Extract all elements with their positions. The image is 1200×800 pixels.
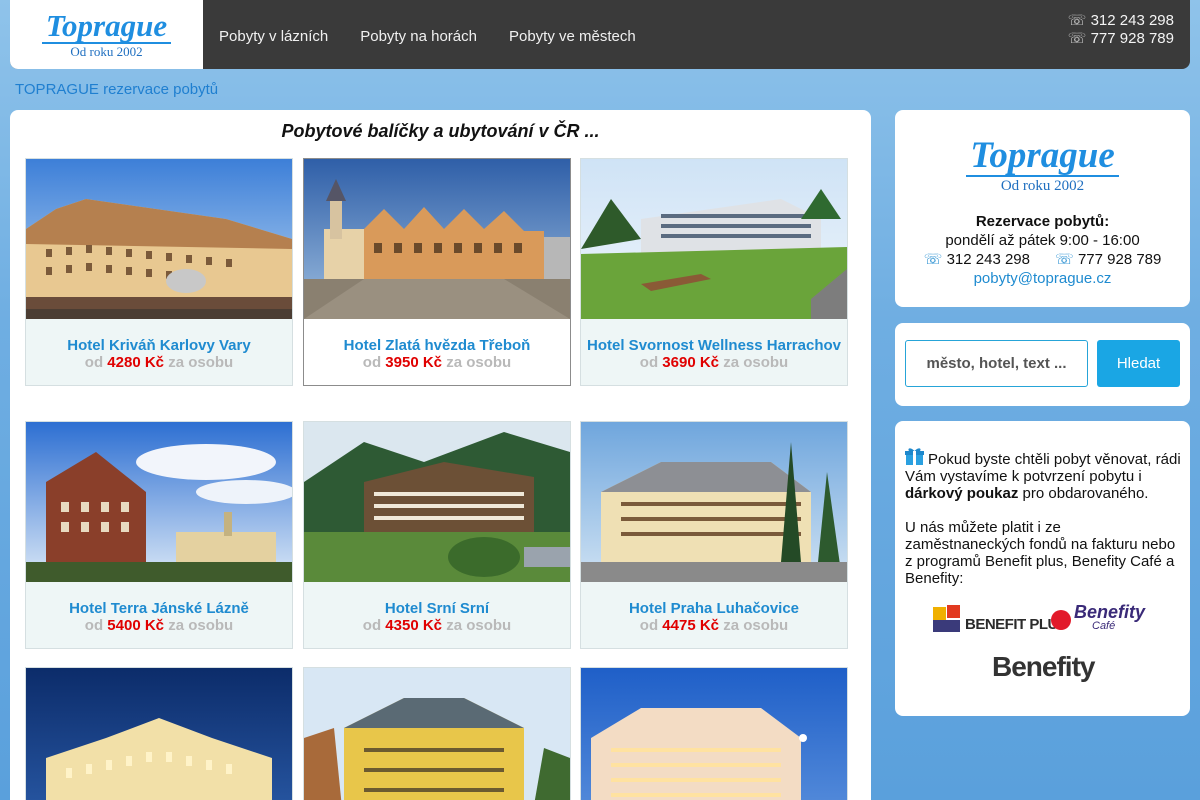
nav-link-mountains[interactable]: Pobyty na horách: [360, 28, 477, 45]
benefity-logo: Benefity: [992, 651, 1095, 683]
hotel-card-body: Hotel Praha Luhačovice od 4475 Kč za oso…: [581, 582, 847, 648]
hotel-card-body: Hotel Zlatá hvězda Třeboň od 3950 Kč za …: [304, 319, 570, 385]
phone-number: 312 243 298: [1090, 12, 1174, 29]
phone-icon: ☏: [1067, 30, 1087, 47]
hotel-card[interactable]: Hotel Praha Luhačovice od 4475 Kč za oso…: [580, 421, 848, 649]
benefit-plus-logo-mark: [933, 605, 960, 632]
benefity-label: Benefity: [992, 651, 1095, 682]
sidebar-contact-box: Toprague Od roku 2002 Rezervace pobytů: …: [895, 110, 1190, 307]
header-phone-2[interactable]: ☏ 777 928 789: [1068, 30, 1174, 48]
hotel-name[interactable]: Hotel Praha Luhačovice: [587, 600, 841, 617]
header-bar: Toprague Od roku 2002 Pobyty v lázních P…: [10, 0, 1190, 69]
hotel-svornost-photo[interactable]: [581, 159, 847, 319]
contact-info: Rezervace pobytů: pondělí až pátek 9:00 …: [895, 212, 1190, 288]
sidebar-search-box: Hledat: [895, 323, 1190, 406]
header-phone-1[interactable]: ☏ 312 243 298: [1068, 12, 1174, 30]
hotel-price: od 4475 Kč za osobu: [639, 617, 789, 634]
hotel-night-palace-photo[interactable]: [26, 668, 292, 800]
hotel-name[interactable]: Hotel Srní Srní: [310, 600, 564, 617]
hotel-praha-photo[interactable]: [581, 422, 847, 582]
contact-label: Rezervace pobytů:: [975, 213, 1110, 230]
hotel-price: od 5400 Kč za osobu: [84, 617, 234, 634]
benefity-cafe-label: Benefity: [1074, 602, 1146, 622]
benefit-plus-logo: BENEFIT PLUS: [933, 605, 1068, 633]
main-nav: Pobyty v lázních Pobyty na horách Pobyty…: [219, 28, 668, 45]
hotel-card-body: Hotel Srní Srní od 4350 Kč za osobu: [304, 582, 570, 648]
contact-phone-2[interactable]: 777 928 789: [1078, 251, 1161, 268]
hotel-name[interactable]: Hotel Zlatá hvězda Třeboň: [310, 337, 564, 354]
contact-email[interactable]: pobyty@toprague.cz: [895, 269, 1190, 288]
hotel-card-body: Hotel Terra Jánské Lázně od 5400 Kč za o…: [26, 582, 292, 648]
sidebar-logo[interactable]: Toprague Od roku 2002: [895, 137, 1190, 195]
hotel-price: od 4280 Kč za osobu: [84, 354, 234, 371]
contact-phone-1[interactable]: 312 243 298: [947, 251, 1030, 268]
benefity-cafe-logo-mark: [1051, 610, 1071, 630]
search-button[interactable]: Hledat: [1097, 340, 1180, 387]
hotel-card[interactable]: [580, 667, 848, 800]
site-logo[interactable]: Toprague Od roku 2002: [10, 0, 203, 69]
hotel-price: od 4350 Kč za osobu: [362, 617, 512, 634]
logo-title: Toprague: [966, 137, 1119, 177]
nav-link-spa[interactable]: Pobyty v lázních: [219, 28, 328, 45]
hotel-card[interactable]: [303, 667, 571, 800]
search-input[interactable]: [905, 340, 1088, 387]
hotel-price: od 3950 Kč za osobu: [362, 354, 512, 371]
sidebar-info-box: Pokud byste chtěli pobyt věnovat, rádi V…: [895, 421, 1190, 716]
hotel-terra-photo[interactable]: [26, 422, 292, 582]
hotel-name[interactable]: Hotel Terra Jánské Lázně: [32, 600, 286, 617]
gift-text-end: pro obdarovaného.: [1022, 485, 1149, 502]
logo-subtitle: Od roku 2002: [1000, 178, 1085, 194]
gift-voucher-text: dárkový poukaz: [905, 485, 1019, 502]
hotel-card[interactable]: Hotel Terra Jánské Lázně od 5400 Kč za o…: [25, 421, 293, 649]
hotel-card[interactable]: Hotel Svornost Wellness Harrachov od 369…: [580, 158, 848, 386]
phone-icon: ☏: [1055, 251, 1074, 268]
hotel-card[interactable]: Hotel Zlatá hvězda Třeboň od 3950 Kč za …: [303, 158, 571, 386]
gift-info-text: Pokud byste chtěli pobyt věnovat, rádi V…: [905, 447, 1185, 587]
benefit-logos: BENEFIT PLUS Benefity Café Benefity: [895, 602, 1190, 705]
hotel-srni-photo[interactable]: [304, 422, 570, 582]
hotel-evening-spa-photo[interactable]: [581, 668, 847, 800]
hotel-krivan-photo[interactable]: [26, 159, 292, 319]
logo-subtitle: Od roku 2002: [70, 43, 143, 59]
hotel-name[interactable]: Hotel Svornost Wellness Harrachov: [587, 337, 841, 354]
gift-icon: [905, 448, 924, 465]
benefity-cafe-logo: Benefity Café: [1050, 602, 1146, 633]
hotel-card-body: Hotel Kriváň Karlovy Vary od 4280 Kč za …: [26, 319, 292, 385]
phone-icon: ☏: [923, 251, 943, 268]
office-hours: pondělí až pátek 9:00 - 16:00: [945, 232, 1140, 249]
benefit-info-text: U nás můžete platit i ze zaměstnaneckých…: [905, 519, 1176, 587]
hotel-price: od 3690 Kč za osobu: [639, 354, 789, 371]
hotel-card[interactable]: Hotel Srní Srní od 4350 Kč za osobu: [303, 421, 571, 649]
logo-title: Toprague: [41, 10, 172, 44]
hotel-name[interactable]: Hotel Kriváň Karlovy Vary: [32, 337, 286, 354]
hotel-zlata-hvezda-photo[interactable]: [304, 159, 570, 319]
nav-link-cities[interactable]: Pobyty ve městech: [509, 28, 636, 45]
header-phones: ☏ 312 243 298 ☏ 777 928 789: [1068, 12, 1174, 48]
phone-number: 777 928 789: [1090, 30, 1174, 47]
hotel-yellow-spa-photo[interactable]: [304, 668, 570, 800]
breadcrumb[interactable]: TOPRAGUE rezervace pobytů: [15, 81, 218, 98]
hotel-card-body: Hotel Svornost Wellness Harrachov od 369…: [581, 319, 847, 385]
contact-phones: ☏ 312 243 298 ☏ 777 928 789: [895, 250, 1190, 269]
main-content: Pobytové balíčky a ubytování v ČR ... Ho…: [10, 110, 871, 800]
gift-text: Pokud byste chtěli pobyt věnovat, rádi V…: [905, 451, 1181, 485]
hotel-card[interactable]: Hotel Kriváň Karlovy Vary od 4280 Kč za …: [25, 158, 293, 386]
hotel-card[interactable]: [25, 667, 293, 800]
phone-icon: ☏: [1067, 12, 1087, 29]
page-title: Pobytové balíčky a ubytování v ČR ...: [281, 121, 600, 141]
